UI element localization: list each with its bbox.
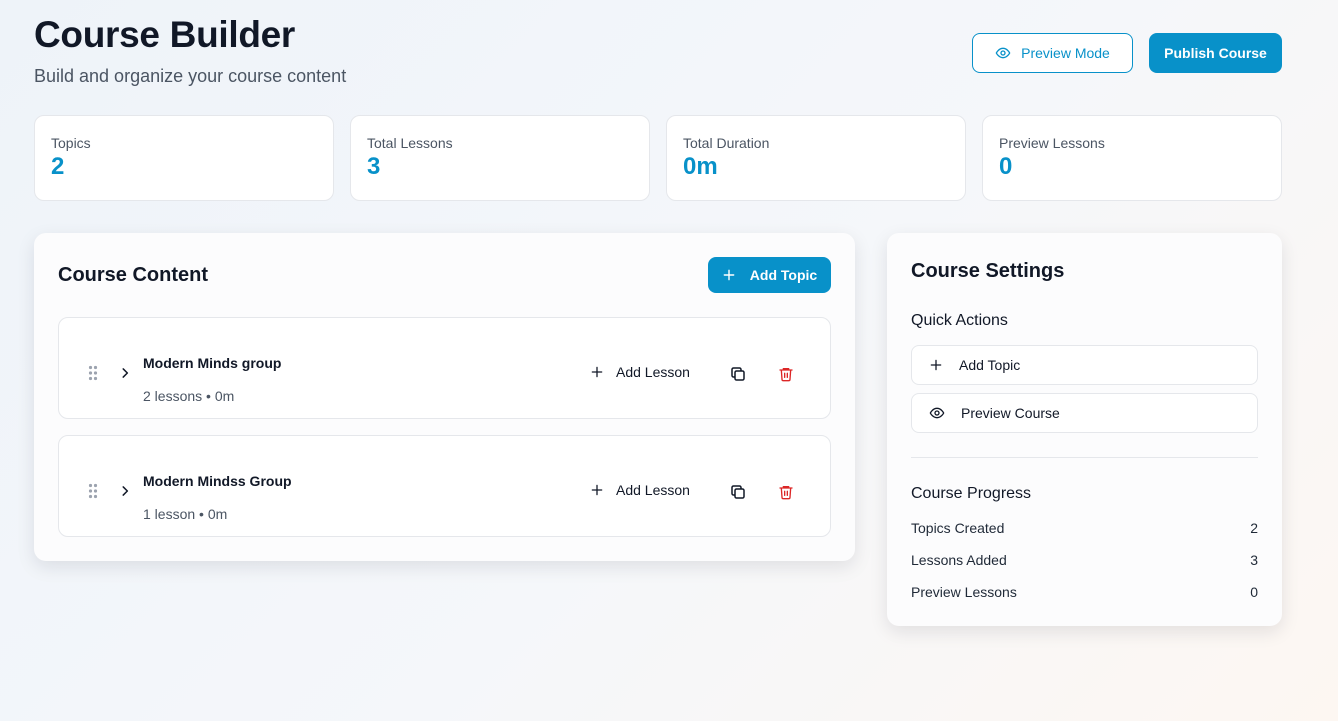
stat-label: Total Duration bbox=[683, 135, 770, 151]
preview-course-label: Preview Course bbox=[961, 405, 1060, 421]
topic-meta: 1 lesson • 0m bbox=[143, 506, 228, 522]
add-lesson-button[interactable]: Add Lesson bbox=[590, 364, 690, 380]
add-lesson-button[interactable]: Add Lesson bbox=[590, 482, 690, 498]
topic-meta: 2 lessons • 0m bbox=[143, 388, 235, 404]
course-settings-title: Course Settings bbox=[911, 260, 1065, 282]
publish-course-label: Publish Course bbox=[1164, 45, 1267, 61]
plus-icon bbox=[590, 483, 604, 497]
topic-item: Modern Minds group 2 lessons • 0m Add Le… bbox=[58, 317, 831, 419]
stat-card-topics: Topics 2 bbox=[34, 115, 334, 201]
progress-row-topics: Topics Created 2 bbox=[911, 520, 1258, 536]
quick-add-topic-button[interactable]: Add Topic bbox=[911, 345, 1258, 385]
progress-label: Preview Lessons bbox=[911, 584, 1017, 600]
chevron-right-icon[interactable] bbox=[118, 366, 132, 380]
copy-icon[interactable] bbox=[729, 365, 747, 383]
progress-row-preview: Preview Lessons 0 bbox=[911, 584, 1258, 600]
topic-item: Modern Mindss Group 1 lesson • 0m Add Le… bbox=[58, 435, 831, 537]
chevron-right-icon[interactable] bbox=[118, 484, 132, 498]
add-lesson-label: Add Lesson bbox=[616, 482, 690, 498]
drag-handle-icon[interactable] bbox=[88, 483, 98, 499]
stat-value: 3 bbox=[367, 153, 381, 180]
stat-card-total-lessons: Total Lessons 3 bbox=[350, 115, 650, 201]
stat-value: 0m bbox=[683, 153, 718, 180]
plus-icon bbox=[590, 365, 604, 379]
progress-label: Topics Created bbox=[911, 520, 1005, 536]
stat-value: 0 bbox=[999, 153, 1013, 180]
stat-label: Topics bbox=[51, 135, 91, 151]
add-topic-label: Add Topic bbox=[749, 267, 818, 283]
trash-icon[interactable] bbox=[778, 365, 794, 383]
progress-label: Lessons Added bbox=[911, 552, 1007, 568]
page-subtitle: Build and organize your course content bbox=[34, 66, 347, 86]
add-topic-button[interactable]: Add Topic bbox=[708, 257, 831, 293]
topic-name: Modern Mindss Group bbox=[143, 473, 292, 489]
plus-icon bbox=[722, 268, 736, 282]
progress-value: 2 bbox=[1250, 520, 1258, 536]
topic-name: Modern Minds group bbox=[143, 355, 282, 371]
preview-mode-button[interactable]: Preview Mode bbox=[972, 33, 1133, 73]
course-settings-panel: Course Settings Quick Actions Add Topic … bbox=[887, 233, 1282, 626]
stat-card-total-duration: Total Duration 0m bbox=[666, 115, 966, 201]
stat-label: Total Lessons bbox=[367, 135, 453, 151]
quick-add-topic-label: Add Topic bbox=[959, 357, 1021, 373]
trash-icon[interactable] bbox=[778, 483, 794, 501]
divider bbox=[911, 457, 1258, 458]
course-progress-title: Course Progress bbox=[911, 485, 1032, 502]
progress-row-lessons: Lessons Added 3 bbox=[911, 552, 1258, 568]
course-content-title: Course Content bbox=[58, 264, 208, 286]
preview-mode-label: Preview Mode bbox=[1021, 45, 1110, 61]
stat-value: 2 bbox=[51, 153, 65, 180]
add-lesson-label: Add Lesson bbox=[616, 364, 690, 380]
progress-value: 3 bbox=[1250, 552, 1258, 568]
preview-course-button[interactable]: Preview Course bbox=[911, 393, 1258, 433]
quick-actions-title: Quick Actions bbox=[911, 312, 1008, 329]
page-title: Course Builder bbox=[34, 14, 296, 55]
progress-value: 0 bbox=[1250, 584, 1258, 600]
eye-icon bbox=[929, 405, 945, 421]
plus-icon bbox=[929, 358, 943, 372]
drag-handle-icon[interactable] bbox=[88, 365, 98, 381]
eye-icon bbox=[995, 45, 1011, 61]
publish-course-button[interactable]: Publish Course bbox=[1149, 33, 1282, 73]
copy-icon[interactable] bbox=[729, 483, 747, 501]
stat-label: Preview Lessons bbox=[999, 135, 1105, 151]
course-content-panel: Course Content Add Topic Modern Minds gr… bbox=[34, 233, 855, 561]
stat-card-preview-lessons: Preview Lessons 0 bbox=[982, 115, 1282, 201]
